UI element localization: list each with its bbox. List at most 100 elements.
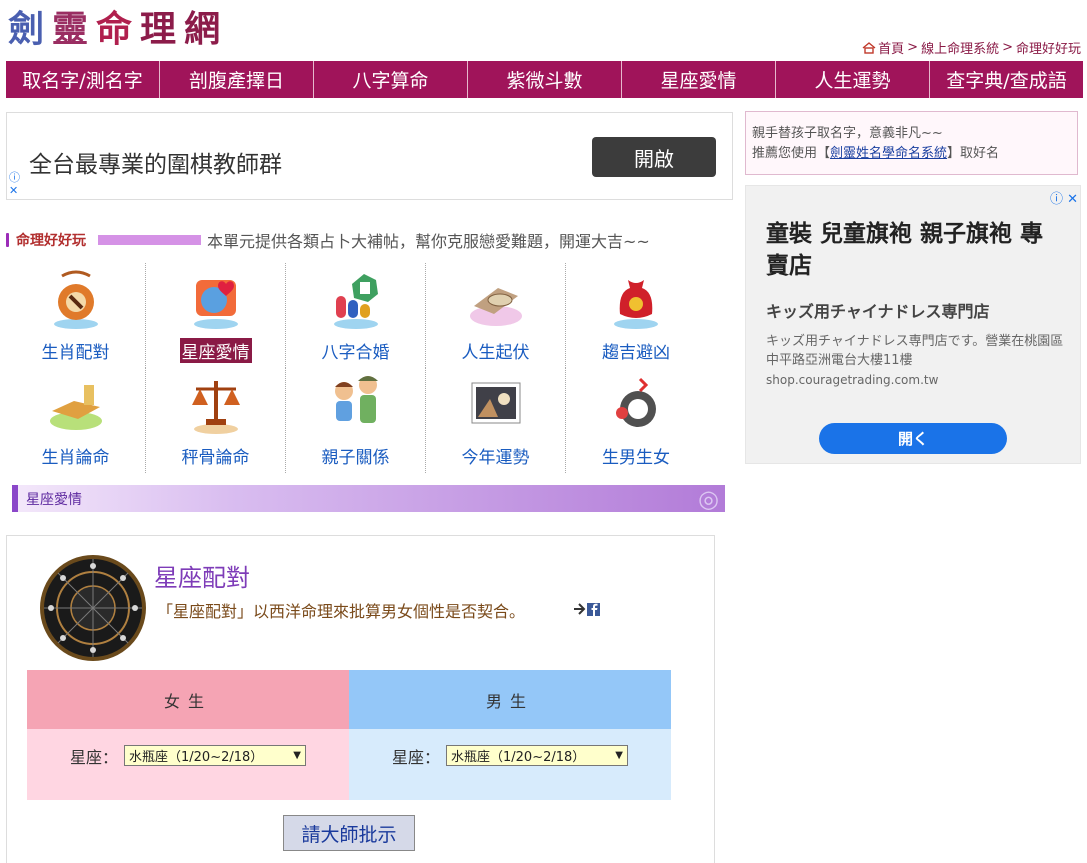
breadcrumb-level1[interactable]: 線上命理系統 <box>921 38 999 57</box>
nav-item-naming[interactable]: 取名字/測名字 <box>6 61 160 98</box>
grid-item-label: 生肖論命 <box>41 448 110 468</box>
ad-open-button[interactable]: 開啟 <box>592 137 716 177</box>
globe-heart-icon <box>193 280 238 329</box>
section-heading: 命理好好玩 本單元提供各類占卜大補帖，幫你克服戀愛難題，開運大吉~~ <box>6 228 716 252</box>
ad-subtitle: キッズ用チャイナドレス専門店 <box>766 302 990 321</box>
breadcrumb-home[interactable]: 首頁 <box>878 38 904 57</box>
grid-item-label: 今年運勢 <box>461 448 530 468</box>
grid-row: 生肖論命 秤骨論命 親子關係 今年運勢 生男生女 <box>6 368 706 473</box>
section-bar-title: 星座愛情 <box>26 492 82 508</box>
form-header-row: 女生 男生 <box>27 670 671 729</box>
nav-item-horoscope-love[interactable]: 星座愛情 <box>622 61 776 98</box>
promo-suffix: 】取好名 <box>947 146 1000 161</box>
grid-item-label: 生肖配對 <box>41 343 110 363</box>
grid-item-zodiac-match[interactable]: 生肖配對 <box>6 263 146 368</box>
grid-item-label: 人生起伏 <box>461 343 530 363</box>
grid-item-label: 秤骨論命 <box>181 448 250 468</box>
panel-description: 「星座配對」以西洋命理來批算男女個性是否契合。 <box>157 602 526 621</box>
breadcrumb-level2[interactable]: 命理好好玩 <box>1016 38 1081 57</box>
submit-button[interactable]: 請大師批示 <box>283 815 415 851</box>
grid-item-label: 生男生女 <box>602 448 670 468</box>
dropdown-arrow-icon: ▼ <box>293 750 301 761</box>
nav-item-life-fortune[interactable]: 人生運勢 <box>776 61 930 98</box>
logo-char: 劍 <box>8 8 47 50</box>
photo-frame-icon <box>471 382 520 424</box>
scroll-book-icon <box>49 385 102 430</box>
ad-domain: shop.couragetrading.com.tw <box>766 373 939 387</box>
male-sign-label: 星座： <box>391 747 440 767</box>
grid-item-bone-weight[interactable]: 秤骨論命 <box>146 368 286 473</box>
book-disc-icon <box>469 288 522 326</box>
female-sign-select[interactable]: 水瓶座（1/20~2/18） ▼ <box>124 745 306 766</box>
female-sign-label: 星座： <box>69 747 118 767</box>
female-sign-value: 水瓶座（1/20~2/18） <box>129 750 264 765</box>
bazi-figures-icon <box>333 274 378 329</box>
watermark-logo: ◎ <box>698 485 719 513</box>
ad-headline[interactable]: 童裝 兒童旗袍 親子旗袍 專賣店 <box>766 218 1066 282</box>
grid-item-horoscope-love[interactable]: 星座愛情 <box>146 263 286 368</box>
gender-symbol-icon <box>616 377 656 427</box>
grid-item-label: 八字合婚 <box>321 343 390 363</box>
heading-marker <box>6 233 9 247</box>
promo-line2: 推薦您使用【劍靈姓名學命名系統】取好名 <box>752 144 1071 164</box>
male-header: 男生 <box>349 670 671 729</box>
promo-link[interactable]: 劍靈姓名學命名系統 <box>830 146 947 161</box>
ad-text: 全台最專業的圍棋教師群 <box>29 152 282 178</box>
main-nav: 取名字/測名字 剖腹產擇日 八字算命 紫微斗數 星座愛情 人生運勢 查字典/查成… <box>6 61 1083 98</box>
family-icon <box>334 376 378 423</box>
form-body-row: 星座： 水瓶座（1/20~2/18） ▼ 星座： 水瓶座（1/20~2/18） … <box>27 729 671 800</box>
nav-item-ziwei[interactable]: 紫微斗數 <box>468 61 622 98</box>
ad-open-button[interactable]: 開く <box>819 423 1007 454</box>
female-header: 女生 <box>27 670 349 729</box>
grid-item-yearly-fortune[interactable]: 今年運勢 <box>426 368 566 473</box>
match-form: 女生 男生 星座： 水瓶座（1/20~2/18） ▼ 星座： 水瓶座（1/20~… <box>27 670 671 800</box>
grid-item-label: 趨吉避凶 <box>602 343 670 363</box>
section-title: 命理好好玩 <box>16 233 86 249</box>
nav-item-csection-date[interactable]: 剖腹產擇日 <box>160 61 314 98</box>
grid-item-life-ups-downs[interactable]: 人生起伏 <box>426 263 566 368</box>
side-ad[interactable]: ⓘ ✕ 童裝 兒童旗袍 親子旗袍 專賣店 キッズ用チャイナドレス専門店 キッズ用… <box>745 185 1081 464</box>
grid-row: 生肖配對 星座愛情 八字合婚 人生起伏 趨吉避凶 <box>6 263 706 368</box>
logo-char: 理 <box>140 8 179 50</box>
nav-item-bazi[interactable]: 八字算命 <box>314 61 468 98</box>
grid-item-fortune-avoid[interactable]: 趨吉避凶 <box>566 263 706 368</box>
heading-bar <box>98 235 201 245</box>
panel-title: 星座配對 <box>154 564 250 592</box>
logo-char: 靈 <box>52 8 91 50</box>
grid-item-parent-child[interactable]: 親子關係 <box>286 368 426 473</box>
zodiac-pendant-icon <box>53 270 98 329</box>
male-field-cell: 星座： 水瓶座（1/20~2/18） ▼ <box>349 729 671 800</box>
promo-line1: 親手替孩子取名字，意義非凡~~ <box>752 126 943 141</box>
ad-badge-icons[interactable]: ⓘ ✕ <box>1050 188 1078 207</box>
promo-box: 親手替孩子取名字，意義非凡~~ 推薦您使用【劍靈姓名學命名系統】取好名 <box>745 111 1078 175</box>
logo-char: 命 <box>96 8 135 50</box>
ad-info-icons[interactable]: ⓘ ✕ <box>9 171 20 197</box>
lucky-bag-icon <box>614 280 658 329</box>
zodiac-wheel-icon <box>40 555 146 661</box>
site-logo[interactable]: 劍 靈 命 理 網 <box>8 6 222 52</box>
grid-item-label: 親子關係 <box>321 448 390 468</box>
facebook-share-icon[interactable] <box>573 600 603 618</box>
male-sign-select[interactable]: 水瓶座（1/20~2/18） ▼ <box>446 745 628 766</box>
nav-item-dictionary[interactable]: 查字典/查成語 <box>930 61 1083 98</box>
close-icon[interactable]: ✕ <box>9 184 20 197</box>
logo-char: 網 <box>184 8 223 50</box>
feature-grid: 生肖配對 星座愛情 八字合婚 人生起伏 趨吉避凶 生肖論命 秤骨論命 親子關係 … <box>6 263 706 473</box>
breadcrumb: 首頁 > 線上命理系統 > 命理好好玩 <box>862 38 1081 57</box>
dropdown-arrow-icon: ▼ <box>615 750 623 761</box>
male-sign-value: 水瓶座（1/20~2/18） <box>451 750 586 765</box>
section-bar: 星座愛情 ◎ <box>12 485 725 513</box>
home-icon <box>862 41 876 54</box>
adchoices-icon[interactable]: ⓘ <box>9 171 20 184</box>
breadcrumb-separator: > <box>1002 40 1013 55</box>
promo-prefix: 推薦您使用【 <box>752 146 831 161</box>
grid-item-label: 星座愛情 <box>179 338 252 363</box>
section-description: 本單元提供各類占卜大補帖，幫你克服戀愛難題，開運大吉~~ <box>207 232 650 251</box>
scale-icon <box>191 381 240 434</box>
grid-item-zodiac-destiny[interactable]: 生肖論命 <box>6 368 146 473</box>
grid-item-gender-prediction[interactable]: 生男生女 <box>566 368 706 473</box>
breadcrumb-separator: > <box>907 40 919 55</box>
grid-item-bazi-marriage[interactable]: 八字合婚 <box>286 263 426 368</box>
banner-ad[interactable]: 全台最專業的圍棋教師群 開啟 ⓘ ✕ <box>6 112 733 200</box>
zodiac-match-panel: 星座配對 「星座配對」以西洋命理來批算男女個性是否契合。 女生 男生 星座： 水… <box>6 535 715 863</box>
